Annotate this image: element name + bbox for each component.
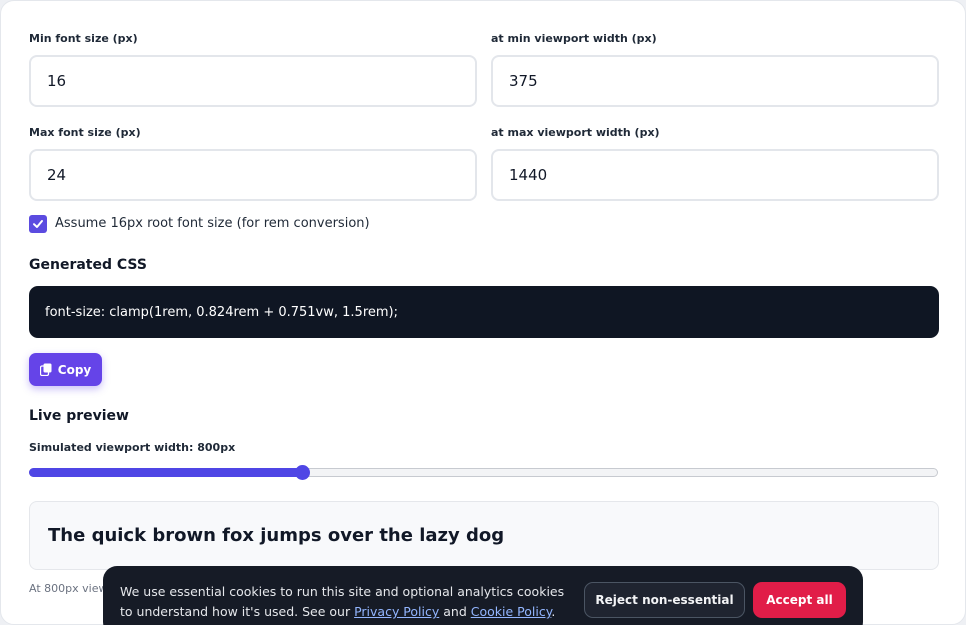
preview-sample-text: The quick brown fox jumps over the lazy … [48, 525, 505, 546]
min-font-size-input[interactable] [29, 55, 477, 107]
cookie-message-end: . [551, 604, 556, 619]
check-icon [33, 220, 43, 228]
rem-conversion-label: Assume 16px root font size (for rem conv… [55, 216, 370, 231]
live-preview-heading: Live preview [29, 408, 129, 424]
min-font-size-label: Min font size (px) [29, 32, 138, 45]
copy-icon [39, 363, 52, 376]
max-viewport-width-input[interactable] [491, 149, 939, 201]
rem-conversion-checkbox[interactable] [29, 215, 47, 233]
copy-button[interactable]: Copy [29, 353, 102, 386]
min-viewport-width-input[interactable] [491, 55, 939, 107]
copy-button-label: Copy [57, 362, 92, 377]
max-font-size-input[interactable] [29, 149, 477, 201]
cookie-message: We use essential cookies to run this sit… [120, 582, 580, 622]
reject-non-essential-button[interactable]: Reject non-essential [584, 582, 745, 618]
viewport-slider-thumb[interactable] [295, 465, 310, 480]
preview-box: The quick brown fox jumps over the lazy … [29, 501, 939, 570]
privacy-policy-link[interactable]: Privacy Policy [354, 604, 439, 619]
cookie-banner: We use essential cookies to run this sit… [103, 566, 863, 625]
min-viewport-width-label: at min viewport width (px) [491, 32, 657, 45]
preview-note: At 800px view [29, 582, 108, 595]
generated-css-heading: Generated CSS [29, 257, 147, 273]
generated-css-code: font-size: clamp(1rem, 0.824rem + 0.751v… [45, 304, 398, 320]
accept-all-button[interactable]: Accept all [753, 582, 846, 618]
cookie-policy-link[interactable]: Cookie Policy [471, 604, 552, 619]
viewport-slider-fill [29, 468, 302, 477]
fluid-type-card: Min font size (px) at min viewport width… [0, 0, 966, 625]
viewport-slider-label: Simulated viewport width: 800px [29, 441, 236, 454]
max-viewport-width-label: at max viewport width (px) [491, 126, 660, 139]
cookie-message-and: and [439, 604, 471, 619]
max-font-size-label: Max font size (px) [29, 126, 141, 139]
generated-css-output: font-size: clamp(1rem, 0.824rem + 0.751v… [29, 286, 939, 338]
